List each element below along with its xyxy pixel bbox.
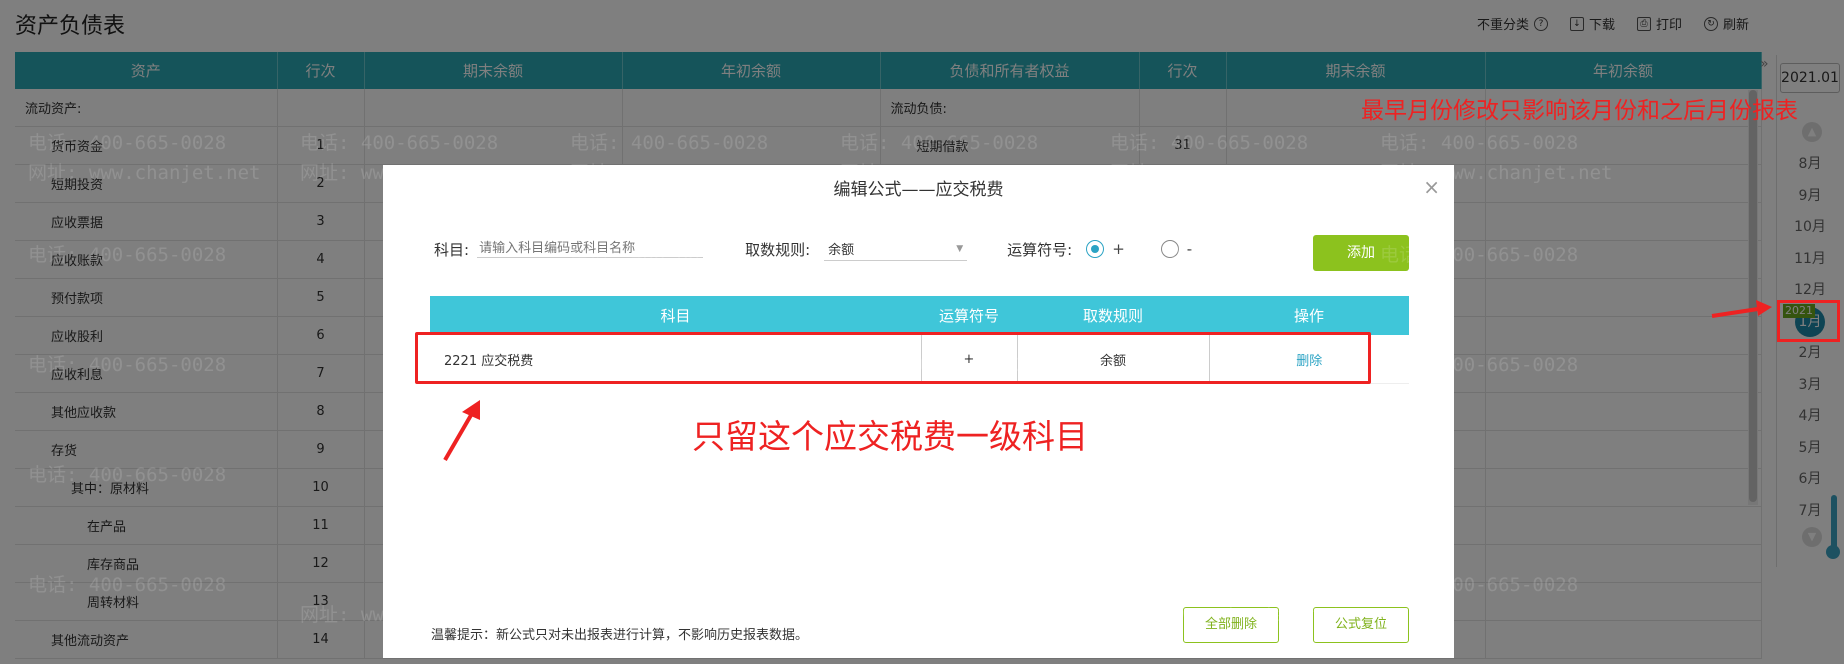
annotation-arrow-row-icon	[443, 400, 480, 462]
annotation-arrows	[443, 300, 1772, 462]
annotation-arrow-month-icon	[1711, 300, 1772, 318]
